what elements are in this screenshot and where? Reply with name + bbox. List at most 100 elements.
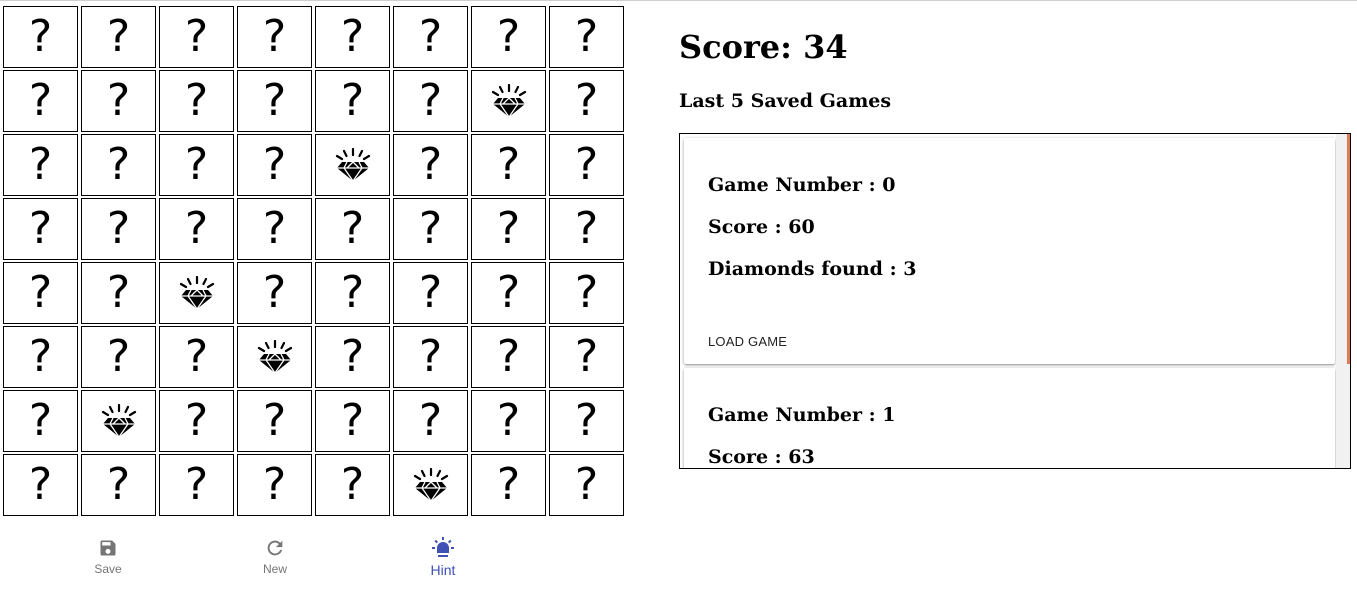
diamond-icon xyxy=(490,84,528,118)
board-cell[interactable]: ? xyxy=(3,198,78,260)
board-cell[interactable]: ? xyxy=(3,6,78,68)
board-cell[interactable] xyxy=(159,262,234,324)
board-cell[interactable]: ? xyxy=(237,134,312,196)
board-cell[interactable]: ? xyxy=(159,390,234,452)
question-mark-icon: ? xyxy=(184,75,209,126)
board-cell[interactable]: ? xyxy=(81,198,156,260)
board-cell[interactable]: ? xyxy=(315,262,390,324)
board-cell[interactable]: ? xyxy=(549,6,624,68)
question-mark-icon: ? xyxy=(262,139,287,190)
board-cell[interactable]: ? xyxy=(315,6,390,68)
question-mark-icon: ? xyxy=(496,139,521,190)
question-mark-icon: ? xyxy=(340,395,365,446)
board-cell[interactable]: ? xyxy=(315,390,390,452)
question-mark-icon: ? xyxy=(28,11,53,62)
board-cell[interactable]: ? xyxy=(549,134,624,196)
board-cell[interactable]: ? xyxy=(3,326,78,388)
question-mark-icon: ? xyxy=(184,11,209,62)
board-cell[interactable]: ? xyxy=(393,198,468,260)
question-mark-icon: ? xyxy=(262,267,287,318)
board-cell[interactable]: ? xyxy=(237,70,312,132)
board-cell[interactable]: ? xyxy=(159,70,234,132)
board-cell[interactable] xyxy=(315,134,390,196)
board-cell[interactable]: ? xyxy=(315,198,390,260)
board-cell[interactable]: ? xyxy=(393,70,468,132)
board-cell[interactable]: ? xyxy=(81,326,156,388)
board-cell[interactable] xyxy=(237,326,312,388)
board-cell[interactable]: ? xyxy=(393,134,468,196)
board-cell[interactable]: ? xyxy=(237,454,312,516)
board-cell[interactable]: ? xyxy=(549,70,624,132)
board-cell[interactable]: ? xyxy=(237,390,312,452)
scrollbar[interactable] xyxy=(1336,134,1350,468)
question-mark-icon: ? xyxy=(418,331,443,382)
question-mark-icon: ? xyxy=(496,11,521,62)
board-cell[interactable]: ? xyxy=(549,326,624,388)
board-cell[interactable]: ? xyxy=(315,70,390,132)
board-cell[interactable] xyxy=(81,390,156,452)
scroll-thumb[interactable] xyxy=(1347,134,1350,364)
hint-label: Hint xyxy=(430,562,456,578)
board-cell[interactable]: ? xyxy=(81,6,156,68)
question-mark-icon: ? xyxy=(418,203,443,254)
board-cell[interactable]: ? xyxy=(237,262,312,324)
question-mark-icon: ? xyxy=(28,139,53,190)
board-cell[interactable]: ? xyxy=(81,262,156,324)
load-game-button[interactable]: LOAD GAME xyxy=(708,334,787,349)
question-mark-icon: ? xyxy=(574,75,599,126)
saved-games-list[interactable]: Game Number : 0 Score : 60 Diamonds foun… xyxy=(679,133,1351,469)
board-cell[interactable]: ? xyxy=(393,6,468,68)
question-mark-icon: ? xyxy=(106,267,131,318)
board-cell[interactable]: ? xyxy=(471,134,546,196)
board-cell[interactable]: ? xyxy=(3,134,78,196)
board-cell[interactable]: ? xyxy=(159,134,234,196)
board-cell[interactable]: ? xyxy=(159,454,234,516)
question-mark-icon: ? xyxy=(184,139,209,190)
board-cell[interactable]: ? xyxy=(3,70,78,132)
board-cell[interactable]: ? xyxy=(393,262,468,324)
floppy-disk-icon xyxy=(98,536,118,560)
game-score-text: Score : 63 xyxy=(708,446,815,468)
save-button[interactable]: Save xyxy=(63,536,153,576)
board-cell[interactable]: ? xyxy=(3,262,78,324)
board-cell[interactable]: ? xyxy=(393,390,468,452)
board-cell[interactable]: ? xyxy=(159,6,234,68)
board-cell[interactable]: ? xyxy=(549,454,624,516)
board-cell[interactable]: ? xyxy=(81,134,156,196)
diamond-icon xyxy=(178,276,216,310)
saved-game-card: Game Number : 1 Score : 63 xyxy=(684,368,1335,468)
board-cell[interactable] xyxy=(393,454,468,516)
board-cell[interactable] xyxy=(471,70,546,132)
board-cell[interactable]: ? xyxy=(315,454,390,516)
board-cell[interactable]: ? xyxy=(471,262,546,324)
board-cell[interactable]: ? xyxy=(471,326,546,388)
board-cell[interactable]: ? xyxy=(393,326,468,388)
question-mark-icon: ? xyxy=(340,267,365,318)
board-cell[interactable]: ? xyxy=(549,390,624,452)
question-mark-icon: ? xyxy=(496,395,521,446)
board-cell[interactable]: ? xyxy=(159,198,234,260)
diamond-icon xyxy=(256,340,294,374)
board-cell[interactable]: ? xyxy=(471,454,546,516)
question-mark-icon: ? xyxy=(340,459,365,510)
board-cell[interactable]: ? xyxy=(549,198,624,260)
board-cell[interactable]: ? xyxy=(3,390,78,452)
board-cell[interactable]: ? xyxy=(471,198,546,260)
board-cell[interactable]: ? xyxy=(237,6,312,68)
board-cell[interactable]: ? xyxy=(471,390,546,452)
new-game-button[interactable]: New xyxy=(230,536,320,576)
board-cell[interactable]: ? xyxy=(549,262,624,324)
board-cell[interactable]: ? xyxy=(81,70,156,132)
hint-button[interactable]: Hint xyxy=(398,536,488,578)
board-cell[interactable]: ? xyxy=(3,454,78,516)
board-cell[interactable]: ? xyxy=(81,454,156,516)
board-cell[interactable]: ? xyxy=(315,326,390,388)
question-mark-icon: ? xyxy=(184,459,209,510)
save-label: Save xyxy=(94,562,122,576)
question-mark-icon: ? xyxy=(574,203,599,254)
board-cell[interactable]: ? xyxy=(159,326,234,388)
board-cell[interactable]: ? xyxy=(237,198,312,260)
board-cell[interactable]: ? xyxy=(471,6,546,68)
question-mark-icon: ? xyxy=(574,139,599,190)
new-label: New xyxy=(262,562,287,576)
